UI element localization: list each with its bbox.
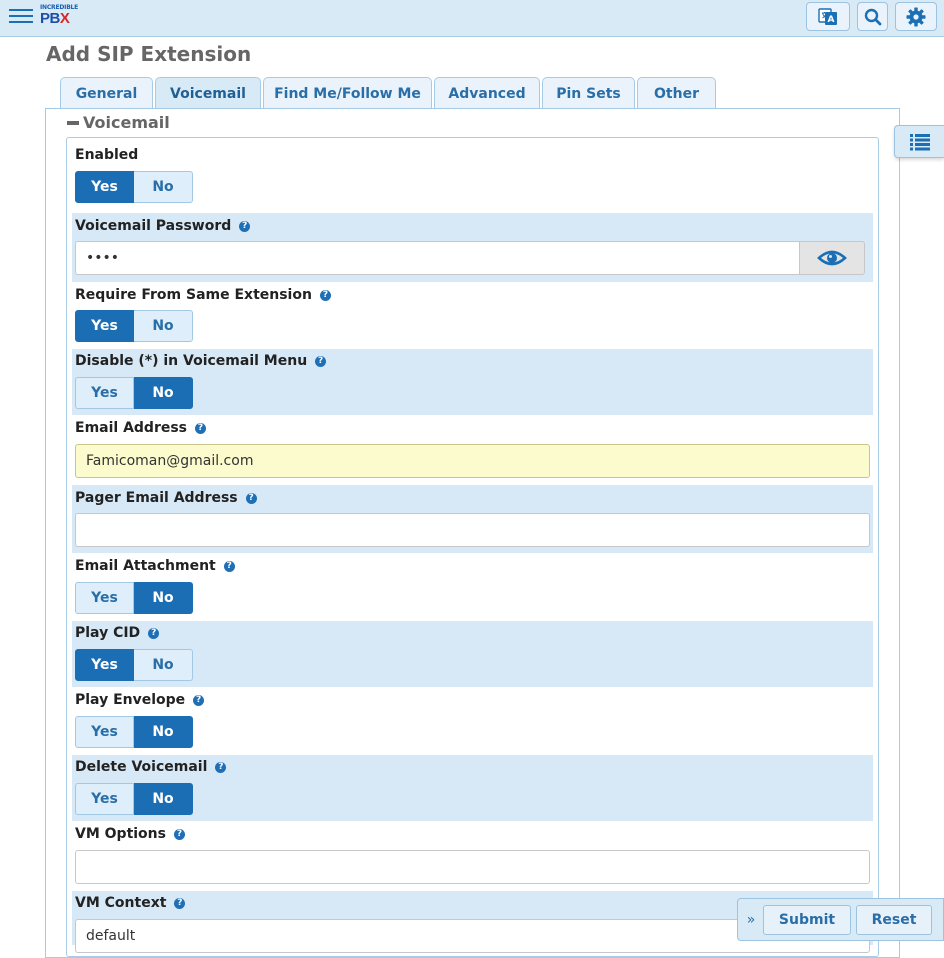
top-bar: INCREDIBLE PBX A	[0, 0, 944, 37]
help-icon[interactable]: ?	[195, 422, 207, 434]
play-envelope-no-option[interactable]: No	[134, 716, 193, 748]
disable-star-toggle: Yes No	[75, 377, 193, 409]
enabled-label: Enabled	[75, 147, 139, 163]
row-vm-options: VM Options?	[72, 822, 873, 890]
row-email-attachment: Email Attachment? Yes No	[72, 554, 873, 621]
email-field[interactable]: Famicoman@gmail.com	[75, 444, 870, 478]
section-title: Voicemail	[83, 113, 170, 132]
delete-vm-toggle: Yes No	[75, 783, 193, 815]
row-enabled: Enabled Yes No	[72, 141, 873, 210]
pager-email-label: Pager Email Address?	[75, 490, 257, 506]
play-envelope-label: Play Envelope?	[75, 692, 205, 708]
translate-button[interactable]: A	[806, 2, 850, 31]
search-icon	[864, 8, 881, 25]
show-password-button[interactable]	[799, 241, 865, 275]
play-envelope-yes-option[interactable]: Yes	[75, 716, 134, 748]
email-attachment-toggle: Yes No	[75, 582, 193, 614]
incredible-pbx-logo[interactable]: INCREDIBLE PBX	[39, 4, 79, 27]
help-icon[interactable]: ?	[319, 289, 331, 301]
enabled-toggle: Yes No	[75, 171, 193, 203]
collapse-icon	[67, 120, 79, 125]
vm-options-field[interactable]	[75, 850, 870, 884]
pager-email-field[interactable]	[75, 513, 870, 547]
play-envelope-toggle: Yes No	[75, 716, 193, 748]
email-attachment-yes-option[interactable]: Yes	[75, 582, 134, 614]
settings-button[interactable]	[895, 2, 937, 31]
delete-vm-label: Delete Voicemail?	[75, 759, 227, 775]
gear-icon	[906, 7, 926, 26]
tab-other[interactable]: Other	[637, 77, 716, 109]
delete-vm-yes-option[interactable]: Yes	[75, 783, 134, 815]
help-icon[interactable]: ?	[239, 220, 251, 232]
section-header[interactable]: Voicemail	[67, 113, 170, 132]
vm-options-label: VM Options?	[75, 826, 185, 842]
help-icon[interactable]: ?	[315, 355, 327, 367]
tab-advanced[interactable]: Advanced	[434, 77, 540, 109]
double-chevron-right-icon[interactable]: »	[742, 906, 760, 934]
floating-nav-toggle[interactable]	[894, 125, 944, 158]
row-require-same-extension: Require From Same Extension? Yes No	[72, 282, 873, 349]
row-disable-star: Disable (*) in Voicemail Menu? Yes No	[72, 349, 873, 415]
disable-star-label: Disable (*) in Voicemail Menu?	[75, 353, 327, 369]
svg-text:A: A	[828, 15, 835, 25]
tab-pin-sets[interactable]: Pin Sets	[542, 77, 635, 109]
list-icon	[909, 133, 930, 150]
play-cid-no-option[interactable]: No	[134, 649, 193, 681]
email-attachment-label: Email Attachment?	[75, 558, 235, 574]
logo-big-text: PBX	[40, 10, 70, 27]
help-icon[interactable]: ?	[215, 761, 227, 773]
delete-vm-no-option[interactable]: No	[134, 783, 193, 815]
eye-icon	[817, 250, 847, 266]
menu-icon[interactable]	[9, 6, 33, 26]
play-cid-label: Play CID?	[75, 625, 160, 641]
play-cid-yes-option[interactable]: Yes	[75, 649, 134, 681]
require-same-ext-yes-option[interactable]: Yes	[75, 310, 134, 342]
row-play-cid: Play CID? Yes No	[72, 621, 873, 687]
disable-star-no-option[interactable]: No	[134, 377, 193, 409]
page-title: Add SIP Extension	[46, 42, 252, 66]
help-icon[interactable]: ?	[148, 627, 160, 639]
tab-voicemail[interactable]: Voicemail	[155, 77, 261, 109]
action-bar: » Submit Reset	[737, 898, 944, 941]
play-cid-toggle: Yes No	[75, 649, 193, 681]
enabled-no-option[interactable]: No	[134, 171, 193, 203]
vm-password-label: Voicemail Password?	[75, 218, 251, 234]
row-pager-email: Pager Email Address?	[72, 485, 873, 553]
reset-button[interactable]: Reset	[856, 905, 932, 935]
search-button[interactable]	[857, 2, 888, 31]
tab-general[interactable]: General	[60, 77, 153, 109]
email-label: Email Address?	[75, 420, 207, 436]
tab-find-me-follow-me[interactable]: Find Me/Follow Me	[263, 77, 432, 109]
submit-button[interactable]: Submit	[763, 905, 851, 935]
vm-password-group: ••••	[75, 241, 865, 275]
vm-context-label: VM Context?	[75, 895, 186, 911]
translate-icon: A	[818, 7, 837, 25]
help-icon[interactable]: ?	[245, 492, 257, 504]
require-same-ext-toggle: Yes No	[75, 310, 193, 342]
help-icon[interactable]: ?	[173, 828, 185, 840]
disable-star-yes-option[interactable]: Yes	[75, 377, 134, 409]
row-play-envelope: Play Envelope? Yes No	[72, 688, 873, 755]
vm-password-input[interactable]: ••••	[75, 241, 800, 275]
help-icon[interactable]: ?	[174, 897, 186, 909]
row-delete-voicemail: Delete Voicemail? Yes No	[72, 755, 873, 821]
require-same-ext-no-option[interactable]: No	[134, 310, 193, 342]
enabled-yes-option[interactable]: Yes	[75, 171, 134, 203]
row-email-address: Email Address? Famicoman@gmail.com	[72, 416, 873, 484]
require-same-ext-label: Require From Same Extension?	[75, 287, 331, 303]
row-voicemail-password: Voicemail Password? ••••	[72, 213, 873, 282]
email-attachment-no-option[interactable]: No	[134, 582, 193, 614]
help-icon[interactable]: ?	[193, 694, 205, 706]
help-icon[interactable]: ?	[223, 560, 235, 572]
